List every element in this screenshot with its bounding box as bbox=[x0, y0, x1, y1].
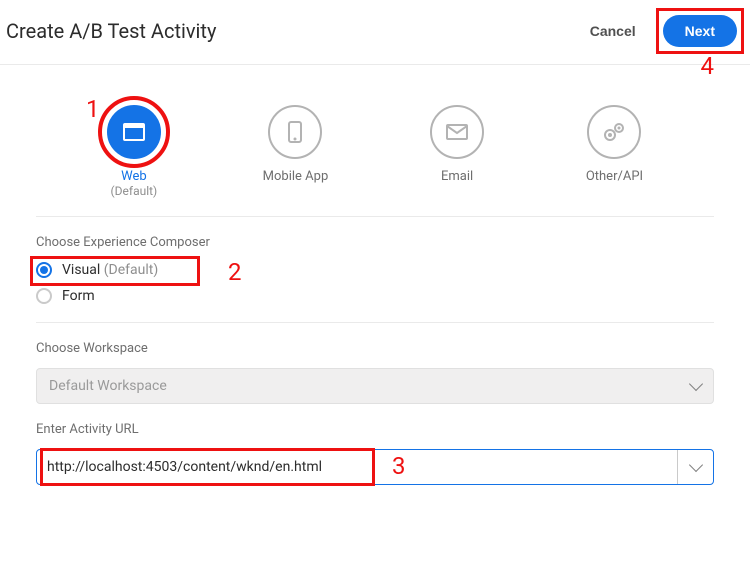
web-icon bbox=[107, 105, 161, 159]
workspace-value: Default Workspace bbox=[49, 378, 167, 394]
channel-label: Other/API bbox=[586, 169, 643, 184]
dialog-title: Create A/B Test Activity bbox=[6, 19, 216, 43]
channel-label: Web bbox=[121, 169, 147, 184]
radio-form[interactable]: Form bbox=[36, 288, 714, 304]
radio-indicator bbox=[36, 262, 52, 278]
gears-icon bbox=[587, 105, 641, 159]
annotation-label-3: 3 bbox=[392, 452, 406, 480]
channel-web[interactable]: Web (Default) bbox=[107, 105, 161, 198]
radio-visual[interactable]: Visual (Default) bbox=[36, 262, 714, 278]
annotation-label-1: 1 bbox=[86, 95, 100, 123]
radio-label: Visual (Default) bbox=[62, 262, 158, 278]
url-section: Enter Activity URL 3 bbox=[0, 404, 750, 485]
channel-other-api[interactable]: Other/API bbox=[586, 105, 643, 198]
annotation-label-2: 2 bbox=[228, 258, 242, 286]
email-icon bbox=[430, 105, 484, 159]
url-input-row: 3 bbox=[36, 449, 714, 485]
channel-selector: 1 Web (Default) Mobile App Email Other/A… bbox=[36, 65, 714, 217]
channel-sub: (Default) bbox=[111, 184, 158, 198]
workspace-select: Default Workspace bbox=[36, 368, 714, 404]
channel-mobile-app[interactable]: Mobile App bbox=[263, 105, 329, 198]
workspace-section: Choose Workspace Default Workspace bbox=[0, 323, 750, 404]
annotation-box-4: Next bbox=[656, 8, 744, 54]
composer-radio-group: 2 Visual (Default) Form bbox=[36, 262, 714, 304]
section-label-url: Enter Activity URL bbox=[36, 422, 714, 437]
channel-label: Mobile App bbox=[263, 169, 329, 184]
section-label-composer: Choose Experience Composer bbox=[36, 235, 714, 250]
next-button[interactable]: Next bbox=[663, 15, 737, 47]
radio-label: Form bbox=[62, 288, 95, 304]
channel-email[interactable]: Email bbox=[430, 105, 484, 198]
header-actions: Cancel Next 4 bbox=[590, 8, 744, 54]
section-label-workspace: Choose Workspace bbox=[36, 341, 714, 356]
radio-indicator bbox=[36, 288, 52, 304]
chevron-down-icon bbox=[688, 458, 702, 472]
cancel-button[interactable]: Cancel bbox=[590, 23, 636, 39]
url-dropdown-button[interactable] bbox=[677, 450, 713, 484]
chevron-down-icon bbox=[689, 377, 703, 391]
dialog-header: Create A/B Test Activity Cancel Next 4 bbox=[0, 0, 750, 65]
composer-section: Choose Experience Composer 2 Visual (Def… bbox=[0, 217, 750, 304]
mobile-icon bbox=[268, 105, 322, 159]
channel-label: Email bbox=[441, 169, 473, 184]
activity-url-input[interactable] bbox=[37, 450, 677, 484]
